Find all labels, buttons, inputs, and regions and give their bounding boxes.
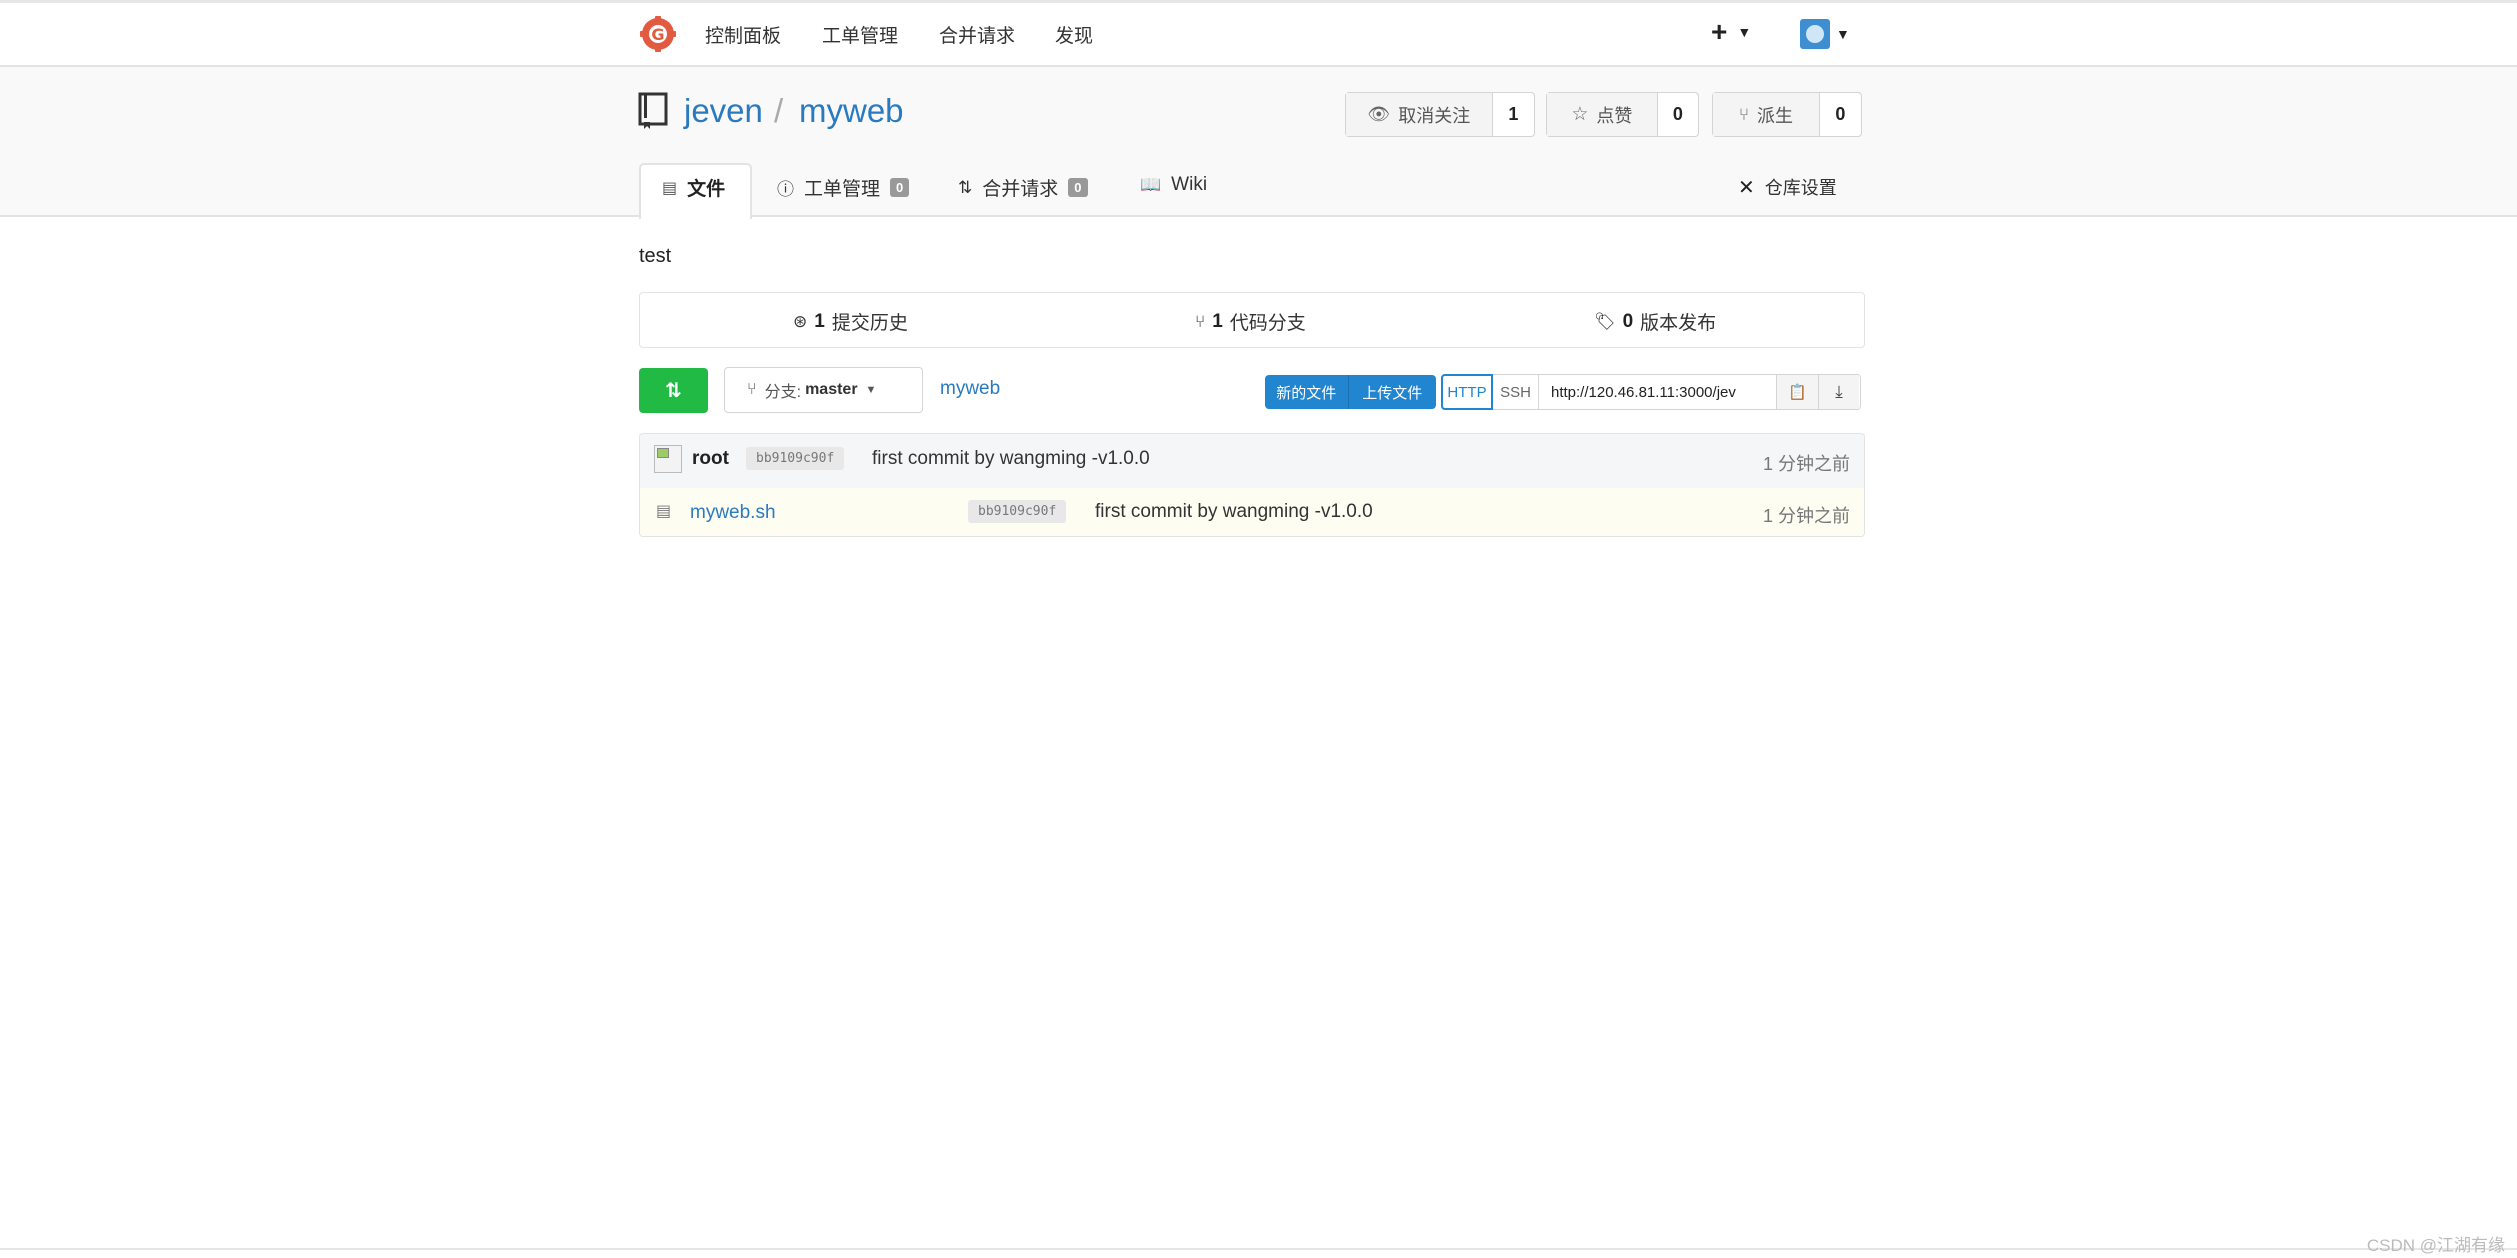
http-clone-button[interactable]: HTTP [1441,374,1493,410]
tab-code[interactable]: ▤ 文件 [662,174,725,201]
file-icon: ▤ [656,503,672,520]
path-breadcrumb-root[interactable]: myweb [940,378,1000,400]
copy-url-button[interactable]: 📋 [1777,375,1819,409]
fork-button-group: ⑂ 派生 0 [1712,92,1862,137]
avatar [1800,19,1830,49]
tab-issues-label: 工单管理 [804,179,881,200]
table-row: ▤ myweb.sh bb9109c90f first commit by wa… [640,488,1864,536]
gitea-logo[interactable]: G [640,16,676,52]
repo-path-separator: / [774,92,784,129]
download-button[interactable]: ⤓ [1819,375,1859,409]
nav-issues[interactable]: 工单管理 [822,21,898,48]
tag-icon: 🏷 [1594,311,1616,331]
commit-sha-button[interactable]: bb9109c90f [746,447,845,470]
repo-owner-link[interactable]: jeven [684,92,763,130]
nav-pulls[interactable]: 合并请求 [939,21,1015,48]
branches-count: 1 [1212,310,1223,332]
clone-panel: HTTP SSH http://120.46.81.11:3000/jev 📋 … [1441,374,1861,410]
footer-divider [0,1248,2517,1250]
commits-stat[interactable]: ⊛ 1 提交历史 [793,308,908,335]
unwatch-button[interactable]: 👁 取消关注 [1346,93,1493,136]
top-navbar [0,0,2517,67]
clipboard-icon: 📋 [1788,384,1807,401]
tab-issues[interactable]: ⓘ 工单管理 0 [777,174,910,201]
star-button[interactable]: ☆ 点赞 [1547,93,1658,136]
watermark-text: CSDN @江湖有缘 [2366,1236,2505,1255]
tools-icon: ✕ [1738,176,1755,199]
file-commit-time: 1 分钟之前 [1762,506,1850,526]
eye-icon: 👁 [1367,104,1391,124]
file-action-buttons: 新的文件 上传文件 [1265,375,1436,409]
pulls-count-badge: 0 [1068,178,1088,197]
tab-settings-label: 仓库设置 [1764,178,1837,198]
commit-time: 1 分钟之前 [1762,454,1850,474]
branches-stat[interactable]: ⑂ 1 代码分支 [1195,308,1306,335]
latest-commit-row: root bb9109c90f first commit by wangming… [640,434,1864,489]
tab-wiki-label: Wiki [1171,174,1208,195]
branch-icon: ⑂ [747,381,757,398]
tab-wiki[interactable]: 📖 Wiki [1140,174,1207,196]
history-icon: ⊛ [793,311,808,331]
repo-description: test [639,245,672,267]
branch-prefix: 分支: [764,384,802,401]
watch-button-group: 👁 取消关注 1 [1345,92,1535,137]
star-icon: ☆ [1571,104,1589,125]
fork-label: 派生 [1757,105,1794,126]
issue-opened-icon: ⓘ [777,180,794,199]
branch-name: master [805,381,858,398]
star-label: 点赞 [1596,105,1633,126]
fork-button[interactable]: ⑂ 派生 [1713,93,1820,136]
fork-icon: ⑂ [1738,104,1750,124]
tab-pulls[interactable]: ⇅ 合并请求 0 [958,174,1088,201]
compare-button[interactable]: ⇅ [639,368,708,413]
issues-count-badge: 0 [890,178,910,197]
repo-header [0,67,2517,217]
git-pull-request-icon: ⇅ [958,177,973,197]
commits-count: 1 [814,310,825,332]
star-button-group: ☆ 点赞 0 [1546,92,1699,137]
git-compare-icon: ⇅ [665,380,682,402]
clone-url-input[interactable]: http://120.46.81.11:3000/jev [1539,375,1777,409]
tab-settings[interactable]: ✕ 仓库设置 [1738,174,1837,200]
tab-code-label: 文件 [687,179,726,200]
releases-count: 0 [1622,310,1634,332]
unwatch-label: 取消关注 [1398,105,1471,126]
file-name-link[interactable]: myweb.sh [690,502,776,524]
create-menu[interactable]: + ▼ [1711,18,1751,46]
branch-dropdown[interactable]: ⑂ 分支: master ▼ [724,367,923,413]
stars-count[interactable]: 0 [1658,93,1698,136]
book-icon: 📖 [1140,175,1162,194]
file-commit-message[interactable]: first commit by wangming -v1.0.0 [1095,501,1373,523]
caret-down-icon: ▼ [865,384,877,396]
commit-message: first commit by wangming -v1.0.0 [872,448,1150,469]
commit-author[interactable]: root [692,448,729,470]
download-icon: ⤓ [1835,382,1843,401]
file-commit-sha-button[interactable]: bb9109c90f [968,500,1067,523]
watchers-count[interactable]: 1 [1493,93,1534,136]
file-table: root bb9109c90f first commit by wangming… [639,433,1865,537]
file-text-icon: ▤ [662,179,678,197]
repo-name-link[interactable]: myweb [799,92,904,130]
tab-pulls-label: 合并请求 [982,179,1059,200]
forks-count[interactable]: 0 [1820,93,1861,136]
releases-label: 版本发布 [1640,313,1717,334]
releases-stat[interactable]: 🏷 0 版本发布 [1594,308,1716,335]
repo-book-icon [638,92,668,135]
caret-down-icon: ▼ [1737,24,1752,40]
svg-text:G: G [651,25,664,44]
ssh-clone-button[interactable]: SSH [1493,375,1539,409]
branch-icon: ⑂ [1195,311,1206,331]
upload-file-button[interactable]: 上传文件 [1349,375,1436,409]
caret-down-icon: ▼ [1836,26,1850,42]
avatar [654,445,682,473]
user-menu[interactable]: ▼ [1800,19,1850,49]
nav-dashboard[interactable]: 控制面板 [705,21,781,48]
branches-label: 代码分支 [1229,313,1306,334]
commits-label: 提交历史 [831,313,908,334]
nav-explore[interactable]: 发现 [1055,21,1093,48]
plus-icon: + [1711,16,1728,47]
new-file-button[interactable]: 新的文件 [1265,375,1349,409]
